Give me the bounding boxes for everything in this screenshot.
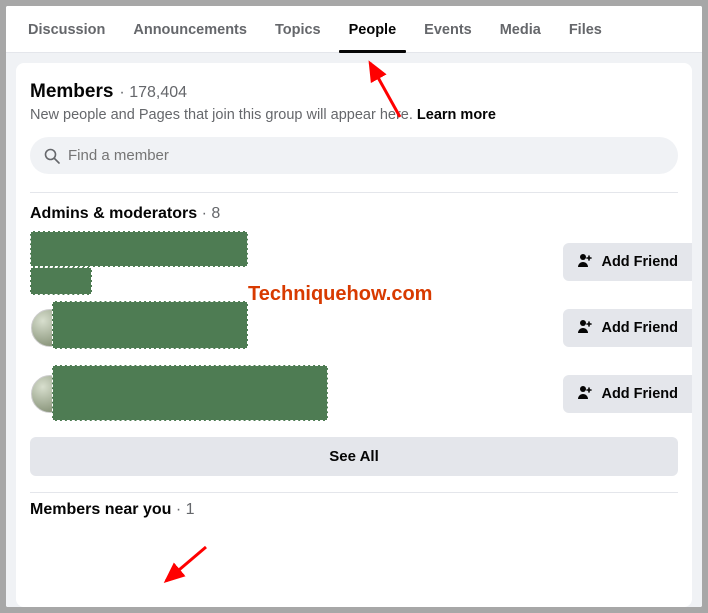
member-row: Add Friend (30, 295, 678, 361)
member-row: Add Friend (30, 229, 678, 295)
redacted-block (30, 267, 92, 295)
tab-files[interactable]: Files (555, 6, 616, 52)
tab-topics[interactable]: Topics (261, 6, 335, 52)
add-friend-icon (577, 252, 593, 272)
find-member-search[interactable] (30, 137, 678, 174)
divider (30, 192, 678, 193)
annotation-arrow-bottom (146, 543, 216, 593)
tab-events[interactable]: Events (410, 6, 486, 52)
add-friend-icon (577, 318, 593, 338)
members-near-you-title: Members near you · 1 (30, 501, 678, 519)
learn-more-link[interactable]: Learn more (417, 107, 496, 123)
redacted-block (30, 231, 248, 267)
add-friend-button[interactable]: Add Friend (563, 309, 692, 347)
add-friend-label: Add Friend (601, 254, 678, 270)
add-friend-label: Add Friend (601, 320, 678, 336)
admins-title: Admins & moderators · 8 (30, 205, 678, 223)
member-row: Add Friend (30, 361, 678, 427)
add-friend-label: Add Friend (601, 386, 678, 402)
divider (30, 492, 678, 493)
group-tabs: Discussion Announcements Topics People E… (6, 6, 702, 53)
add-friend-button[interactable]: Add Friend (563, 375, 692, 413)
tab-announcements[interactable]: Announcements (119, 6, 261, 52)
search-icon (44, 148, 60, 164)
people-card: Techniquehow.com Members · 178,404 New p… (16, 63, 692, 607)
members-subtext: New people and Pages that join this grou… (30, 107, 678, 123)
members-title: Members (30, 81, 113, 103)
tab-media[interactable]: Media (486, 6, 555, 52)
add-friend-icon (577, 384, 593, 404)
redacted-block (52, 301, 248, 349)
members-count: · 178,404 (119, 84, 187, 102)
tab-people[interactable]: People (335, 6, 411, 52)
add-friend-button[interactable]: Add Friend (563, 243, 692, 281)
tab-discussion[interactable]: Discussion (14, 6, 119, 52)
see-all-button[interactable]: See All (30, 437, 678, 476)
redacted-block (52, 365, 328, 421)
search-input[interactable] (68, 147, 664, 164)
